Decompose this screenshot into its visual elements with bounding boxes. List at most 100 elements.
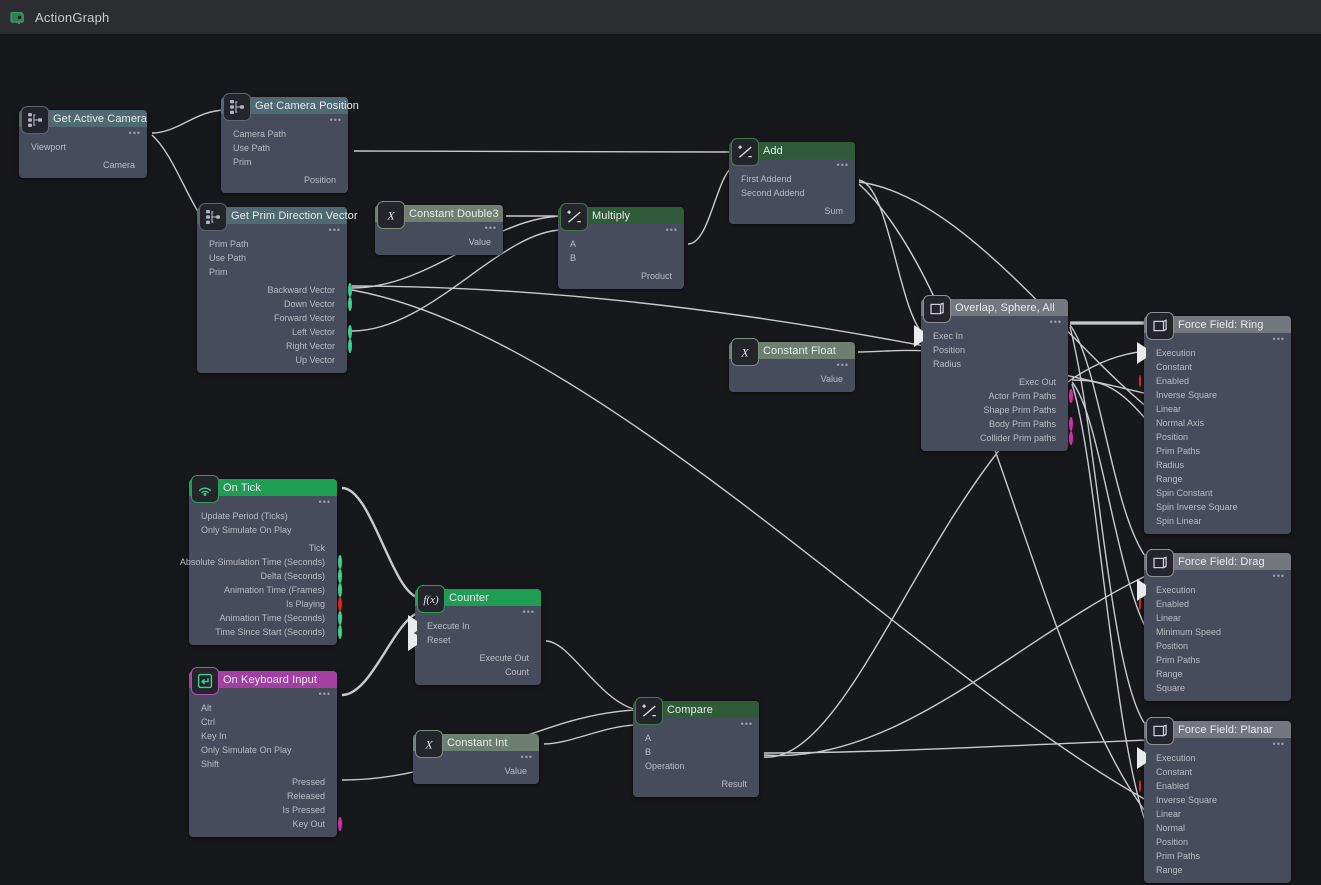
node-input-row[interactable]: Execute In [408,615,541,637]
data-port-bool[interactable] [1139,780,1141,792]
node-input-row[interactable]: Execution [1137,579,1291,601]
node-output-row[interactable]: Is Pressed [189,803,337,817]
data-port-token[interactable] [1069,389,1073,403]
node-input-row[interactable]: Inverse Square [1144,388,1291,402]
data-port-green[interactable] [348,283,352,297]
node-output-row[interactable]: Backward Vector [197,283,352,297]
node-input-row[interactable]: Prim Paths [1144,653,1291,667]
node-input-row[interactable]: Camera Path [221,127,348,141]
node-input-row[interactable]: Normal [1144,821,1291,835]
node-input-row[interactable]: Exec In [914,325,1068,347]
node-menu-dots-icon[interactable]: ••• [129,129,141,138]
node-compare[interactable]: Compare ••• A B Operation Result [633,697,759,797]
node-menu-dots-icon[interactable]: ••• [1050,318,1062,327]
data-port-green[interactable] [338,569,342,583]
node-input-row[interactable]: Inverse Square [1144,793,1291,807]
node-output-row[interactable]: Product [558,269,684,283]
node-output-row[interactable]: Is Playing [189,597,342,611]
node-input-row[interactable]: Enabled [1139,597,1291,611]
node-input-row[interactable]: Position [1144,639,1291,653]
node-header[interactable]: X Constant Int [413,730,539,758]
node-header[interactable]: Get Active Camera [19,106,147,134]
node-header[interactable]: X Constant Double3 [375,201,503,229]
node-header[interactable]: Add [729,138,855,166]
node-input-row[interactable]: Spin Constant [1144,486,1291,500]
data-port-green[interactable] [338,625,342,639]
data-port-token[interactable] [338,817,342,831]
node-constant-double3[interactable]: X Constant Double3 ••• Value [375,201,503,255]
node-menu-dots-icon[interactable]: ••• [319,498,331,507]
node-get-prim-direction-vector[interactable]: Get Prim Direction Vector ••• Prim Path Use… [197,203,357,373]
node-output-row[interactable]: Forward Vector [197,311,347,325]
node-input-row[interactable]: Only Simulate On Play [189,743,337,757]
node-header[interactable]: Force Field: Ring [1144,312,1291,340]
node-input-row[interactable]: Execution [1137,747,1291,769]
node-on-tick[interactable]: On Tick ••• Update Period (Ticks) Only Simu… [180,475,342,645]
node-input-row[interactable]: Position [1144,835,1291,849]
node-menu-dots-icon[interactable]: ••• [666,226,678,235]
node-header[interactable]: On Keyboard Input [189,667,337,695]
node-input-row[interactable]: Ctrl [189,715,337,729]
node-input-row[interactable]: Prim Path [197,237,347,251]
data-port-green[interactable] [348,297,352,311]
node-input-row[interactable]: Viewport [19,140,147,154]
data-port-green[interactable] [348,339,352,353]
node-counter[interactable]: f(x) Counter ••• Execute In Reset Execute Out… [408,585,541,685]
node-input-row[interactable]: Spin Inverse Square [1144,500,1291,514]
node-output-row[interactable]: Key Out [189,817,342,831]
node-menu-dots-icon[interactable]: ••• [521,753,533,762]
node-input-row[interactable]: Reset [408,629,541,651]
node-menu-dots-icon[interactable]: ••• [329,226,341,235]
node-input-row[interactable]: Prim Paths [1144,444,1291,458]
data-port-green[interactable] [348,297,352,311]
node-menu-dots-icon[interactable]: ••• [330,116,342,125]
node-output-row[interactable]: Value [729,372,855,386]
data-port-green[interactable] [348,339,352,353]
node-input-row[interactable]: Radius [1144,458,1291,472]
node-input-row[interactable]: Use Path [197,251,347,265]
node-input-row[interactable]: Linear [1144,611,1291,625]
node-header[interactable]: Force Field: Drag [1144,549,1291,577]
node-input-row[interactable]: A [633,731,759,745]
data-port-token[interactable] [1069,389,1073,403]
node-header[interactable]: X Constant Float [729,338,855,366]
exec-in-port[interactable] [1137,579,1146,601]
graph-canvas[interactable]: Get Active Camera ••• Viewport Camera Get Ca… [0,35,1321,885]
node-output-row[interactable]: Execute Out [415,651,541,665]
data-port-green[interactable] [338,625,342,639]
exec-in-port[interactable] [914,325,923,347]
node-header[interactable]: Compare [633,697,759,725]
data-port-token[interactable] [1069,431,1073,445]
data-port-green[interactable] [348,325,352,339]
node-menu-dots-icon[interactable]: ••• [1273,335,1285,344]
data-port-token[interactable] [1069,417,1073,431]
tab-label-actiongraph[interactable]: ActionGraph [35,10,109,25]
node-input-row[interactable]: B [558,251,684,265]
node-input-row[interactable]: Constant [1144,765,1291,779]
data-port-green[interactable] [338,555,342,569]
node-output-row[interactable]: Count [415,665,541,679]
node-output-row[interactable]: Result [633,777,759,791]
node-output-row[interactable]: Right Vector [197,339,352,353]
node-input-row[interactable]: A [558,237,684,251]
node-menu-dots-icon[interactable]: ••• [1273,740,1285,749]
node-menu-dots-icon[interactable]: ••• [741,720,753,729]
node-input-row[interactable]: Range [1144,863,1291,877]
node-output-row[interactable]: Animation Time (Seconds) [189,611,342,625]
node-output-row[interactable]: Sum [729,204,855,218]
node-input-row[interactable]: Position [1144,430,1291,444]
node-input-row[interactable]: Minimum Speed [1144,625,1291,639]
node-output-row[interactable]: Camera [19,158,147,172]
node-header[interactable]: Get Camera Position [221,93,359,121]
node-output-row[interactable]: Time Since Start (Seconds) [189,625,342,639]
node-input-row[interactable]: Radius [921,357,1068,371]
node-output-row[interactable]: Actor Prim Paths [921,389,1073,403]
node-output-row[interactable]: Absolute Simulation Time (Seconds) [180,555,342,569]
data-port-green[interactable] [338,611,342,625]
node-output-row[interactable]: Down Vector [197,297,352,311]
node-output-row[interactable]: Value [375,235,503,249]
node-input-row[interactable]: Key In [189,729,337,743]
node-output-row[interactable]: Released [189,789,337,803]
data-port-token[interactable] [1069,417,1073,431]
node-input-row[interactable]: Square [1144,681,1291,695]
